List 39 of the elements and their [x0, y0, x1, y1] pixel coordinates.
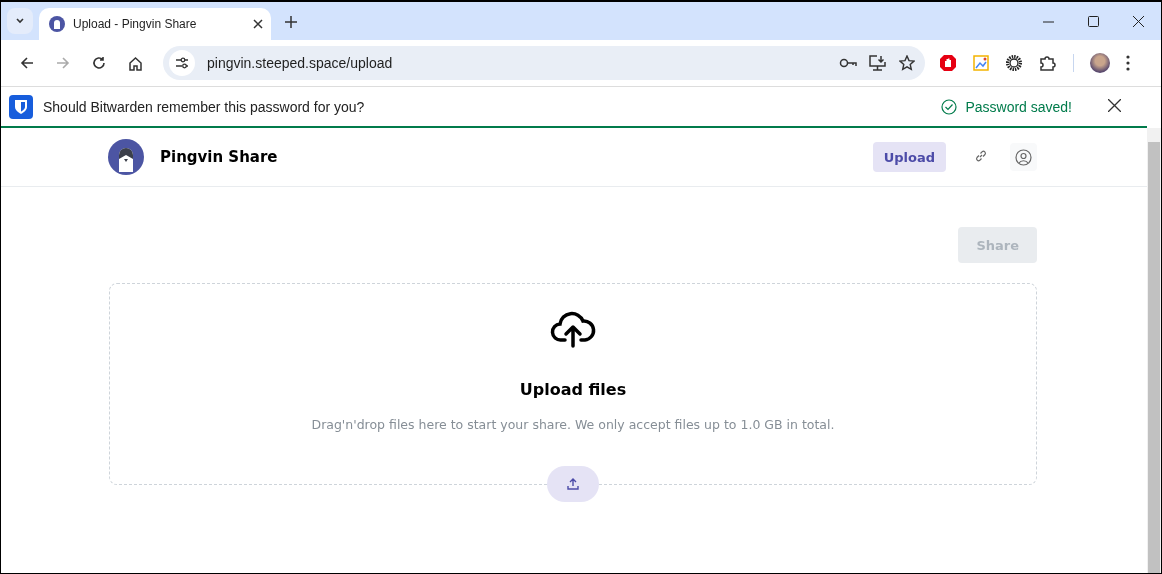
upload-icon: [567, 478, 579, 490]
dropzone-title: Upload files: [519, 380, 627, 399]
back-icon[interactable]: [20, 56, 34, 70]
hand-icon[interactable]: [939, 54, 957, 72]
upload-button[interactable]: [547, 466, 599, 502]
shield-icon: [9, 94, 33, 119]
close-icon[interactable]: [253, 19, 263, 29]
home-icon[interactable]: [127, 55, 143, 71]
status-message: Password saved!: [965, 98, 1072, 115]
cloud-upload-icon: [550, 310, 596, 348]
gear-icon[interactable]: [1005, 54, 1023, 72]
profile-button[interactable]: [1010, 143, 1037, 171]
install-icon[interactable]: [869, 55, 887, 71]
scrollbar[interactable]: [1147, 128, 1161, 573]
avatar[interactable]: [1090, 53, 1110, 73]
star-icon[interactable]: [899, 55, 915, 71]
link-icon[interactable]: [974, 148, 988, 163]
site-settings-icon[interactable]: [175, 57, 189, 69]
app-name: Pingvin Share: [160, 148, 278, 166]
close-icon[interactable]: [1133, 15, 1144, 27]
prompt-message: Should Bitwarden remember this password for you?: [43, 98, 365, 115]
reload-icon[interactable]: [92, 56, 106, 70]
tab-title: Upload - Pingvin Share: [73, 17, 198, 31]
plus-icon[interactable]: [285, 16, 297, 28]
tab-list-icon[interactable]: [15, 16, 25, 26]
key-icon[interactable]: [839, 58, 857, 68]
browser-tab[interactable]: Upload - Pingvin Share: [39, 8, 271, 40]
image-icon[interactable]: [973, 55, 989, 71]
puzzle-icon[interactable]: [1039, 54, 1057, 72]
site-icon: [49, 16, 65, 32]
maximize-icon[interactable]: [1088, 15, 1099, 27]
dropzone-description: Drag'n'drop files here to start your share. We only accept files up to 1.0 GB in total.: [311, 417, 835, 432]
address-bar[interactable]: pingvin.steeped.space/upload: [163, 46, 925, 80]
upload-nav-button[interactable]: Upload: [872, 142, 946, 172]
check-circle-icon: [941, 98, 958, 115]
more-icon[interactable]: [1126, 55, 1130, 71]
penguin-logo-icon: [108, 139, 144, 175]
close-icon[interactable]: [1108, 98, 1121, 112]
user-icon: [1015, 148, 1032, 166]
